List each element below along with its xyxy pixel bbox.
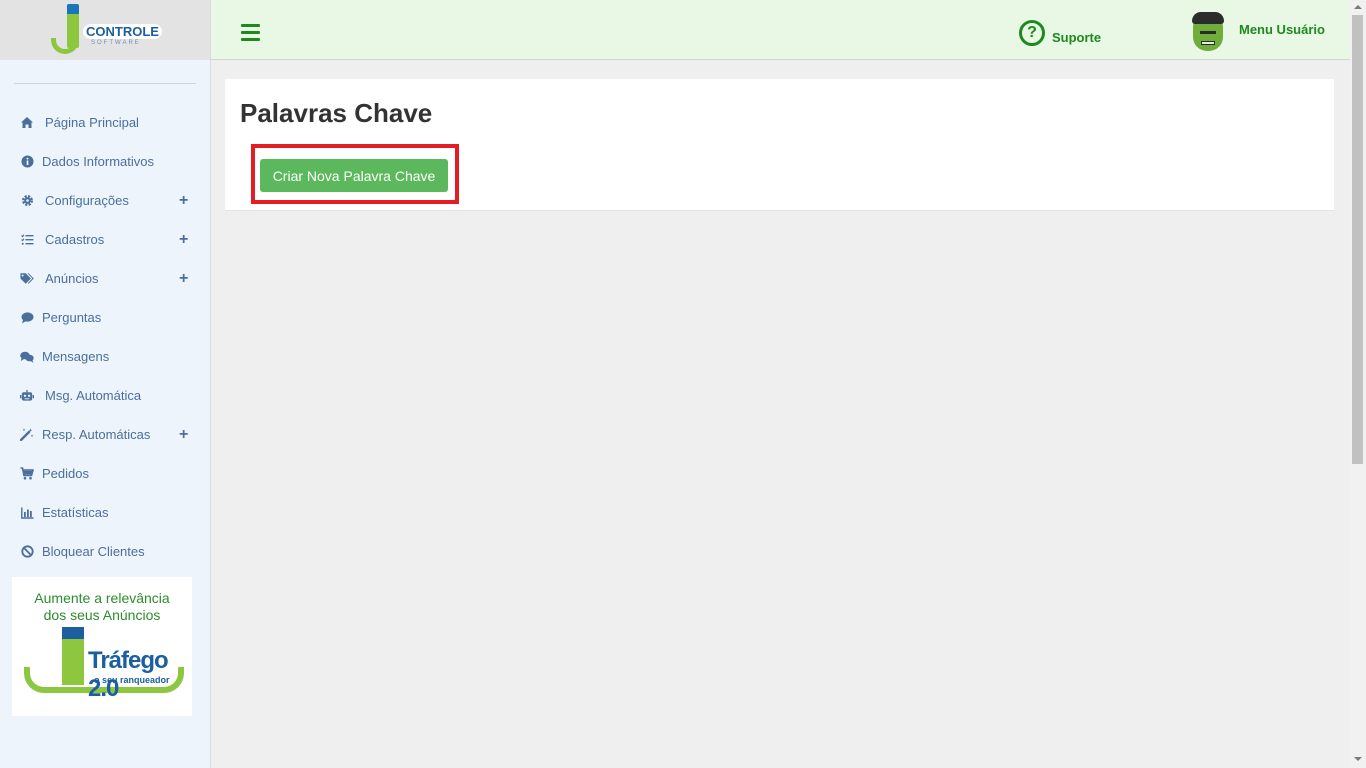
tags-icon [20, 272, 34, 286]
banner-line-2: dos seus Anúncios [43, 607, 161, 623]
magic-wand-icon [20, 428, 34, 442]
sidebar-item-label: Bloquear Clientes [42, 544, 145, 559]
expand-icon[interactable]: + [179, 192, 188, 210]
scroll-up-icon[interactable] [1354, 5, 1362, 9]
chart-bar-icon [20, 506, 34, 520]
user-menu[interactable]: Menu Usuário [1191, 10, 1325, 54]
sidebar-item-cadastros[interactable]: Cadastros + [0, 220, 210, 259]
ban-icon [20, 545, 34, 559]
banner-line-1: Aumente a relevância [34, 590, 170, 606]
sidebar-item-resp-automaticas[interactable]: Resp. Automáticas + [0, 415, 210, 454]
sidebar-item-label: Anúncios [45, 271, 99, 286]
info-icon [20, 155, 34, 169]
sidebar-item-label: Página Principal [45, 115, 139, 130]
content-panel: Palavras Chave Criar Nova Palavra Chave [225, 79, 1334, 211]
support-link[interactable]: ? Suporte [1019, 19, 1101, 47]
gear-icon [20, 194, 34, 208]
logo-area[interactable]: CONTROLE SOFTWARE [0, 0, 210, 60]
home-icon [20, 116, 34, 130]
scroll-down-icon[interactable] [1354, 757, 1362, 761]
expand-icon[interactable]: + [179, 426, 188, 444]
sidebar-item-label: Estatísticas [42, 505, 109, 520]
create-keyword-button[interactable]: Criar Nova Palavra Chave [260, 159, 448, 192]
sidebar-menu: Página Principal Dados Informativos Conf… [0, 103, 210, 571]
sidebar-item-label: Pedidos [42, 466, 89, 481]
scroll-thumb[interactable] [1352, 15, 1363, 464]
sidebar-item-estatisticas[interactable]: Estatísticas [0, 493, 210, 532]
sidebar-item-label: Resp. Automáticas [42, 427, 151, 442]
user-menu-label: Menu Usuário [1239, 21, 1325, 37]
sidebar-divider [14, 83, 196, 84]
sidebar-item-bloquear-clientes[interactable]: Bloquear Clientes [0, 532, 210, 571]
sidebar-item-label: Msg. Automática [45, 388, 142, 403]
comment-icon [20, 311, 34, 325]
sidebar-item-dados-informativos[interactable]: Dados Informativos [0, 142, 210, 181]
sidebar-item-label: Mensagens [42, 349, 110, 364]
trafego-banner[interactable]: Aumente a relevância dos seus Anúncios T… [12, 577, 192, 716]
sidebar-item-perguntas[interactable]: Perguntas [0, 298, 210, 337]
sidebar-item-pedidos[interactable]: Pedidos [0, 454, 210, 493]
logo-subtext: SOFTWARE [91, 40, 141, 46]
banner-subtitle: o seu ranqueador [94, 675, 170, 685]
sidebar-item-pagina-principal[interactable]: Página Principal [0, 103, 210, 142]
comments-icon [20, 350, 34, 364]
sidebar-item-mensagens[interactable]: Mensagens [0, 337, 210, 376]
page-scrollbar[interactable] [1350, 0, 1366, 768]
expand-icon[interactable]: + [179, 270, 188, 288]
cart-icon [20, 467, 34, 481]
controle-software-logo[interactable]: CONTROLE SOFTWARE [45, 2, 165, 58]
logo-text: CONTROLE [83, 24, 162, 39]
support-label: Suporte [1052, 29, 1102, 45]
sidebar-item-label: Perguntas [42, 310, 102, 325]
expand-icon[interactable]: + [179, 231, 188, 249]
hamburger-menu-icon[interactable] [241, 24, 260, 41]
sidebar: CONTROLE SOFTWARE Página Principal Dados… [0, 0, 211, 768]
avatar [1191, 11, 1225, 53]
list-check-icon [20, 233, 34, 247]
sidebar-item-configuracoes[interactable]: Configurações + [0, 181, 210, 220]
top-navbar: ? Suporte Menu Usuário [211, 0, 1350, 60]
sidebar-item-msg-automatica[interactable]: Msg. Automática [0, 376, 210, 415]
sidebar-item-label: Cadastros [45, 232, 105, 247]
sidebar-item-anuncios[interactable]: Anúncios + [0, 259, 210, 298]
sidebar-item-label: Configurações [45, 193, 129, 208]
page-title: Palavras Chave [240, 98, 433, 128]
robot-icon [20, 389, 34, 403]
question-circle-icon: ? [1019, 20, 1045, 46]
sidebar-item-label: Dados Informativos [42, 154, 154, 169]
